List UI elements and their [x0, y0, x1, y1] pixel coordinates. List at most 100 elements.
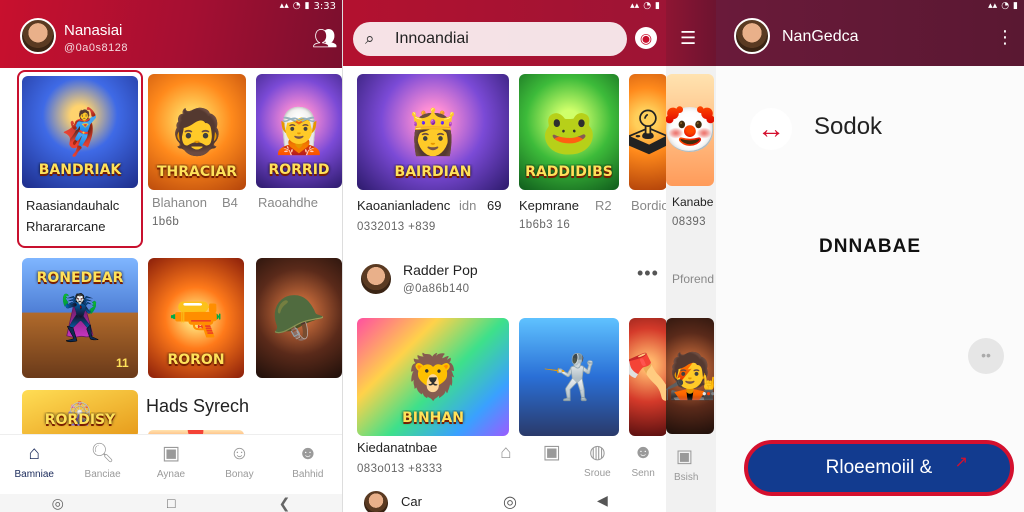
tile-logo: RADDIDIBS: [525, 164, 613, 180]
game-tile[interactable]: 🪓: [629, 318, 666, 436]
people-icon[interactable]: 👥︎: [312, 29, 337, 49]
nav-library[interactable]: ▣ Aynae: [137, 435, 205, 494]
signal-icon: ▴▴: [279, 1, 289, 11]
result-badge: R2: [595, 198, 612, 213]
button-label: Rloeemoiil &: [825, 457, 933, 478]
home-button-icon[interactable]: ◎: [503, 492, 517, 512]
character-icon: 🦁: [405, 353, 461, 402]
game-tile[interactable]: 👸 BAIRDIAN: [357, 74, 509, 190]
camera-icon[interactable]: ◎: [52, 495, 64, 512]
detail-sliver-panel: ☰ 🤡 🧑‍🎤 Kanabe 08393 Pforend ▣ Bsish: [666, 0, 716, 512]
search-icon: 🔍︎: [90, 443, 115, 464]
wifi-icon: ◔: [1001, 1, 1010, 11]
mini-avatar[interactable]: [363, 490, 389, 512]
result-subtitle: 1b6b3 16: [519, 219, 571, 231]
signal-icon: ▴▴: [630, 1, 640, 11]
game-tile[interactable]: 🦁 BINHAN: [357, 318, 509, 436]
sliver-title: Pforend: [672, 272, 715, 286]
bag-icon: ▣: [542, 442, 561, 463]
game-badge: B4: [222, 195, 238, 210]
bag-icon[interactable]: ▣: [676, 446, 693, 467]
nav-profile[interactable]: ☻ Bahhid: [274, 435, 342, 494]
search-input[interactable]: [395, 30, 605, 48]
game-tile[interactable]: 🤺: [519, 318, 619, 436]
more-options-icon[interactable]: •••: [637, 263, 659, 284]
character-icon: 🐸: [541, 108, 597, 157]
game-tile[interactable]: 🐸 RADDIDIBS: [519, 74, 619, 190]
result-title: Kaoanianladenc: [357, 198, 451, 213]
recents-icon[interactable]: □: [167, 495, 175, 511]
tile-logo: THRACIAR: [157, 164, 237, 180]
game-tile[interactable]: 🤡: [666, 74, 714, 186]
home-icon: ⌂: [28, 443, 40, 464]
nav-label: Bamniae: [14, 469, 54, 480]
game-tile[interactable]: 🪖: [256, 258, 342, 378]
back-icon[interactable]: ◀: [597, 492, 608, 509]
character-icon: 🪖: [271, 294, 327, 343]
more-options-icon[interactable]: ••: [968, 338, 1004, 374]
primary-action-button[interactable]: Rloeemoiil & ↗: [744, 440, 1014, 496]
back-icon[interactable]: ❮: [279, 495, 291, 512]
status-bar: ▴▴ ◔ ▮: [630, 0, 660, 12]
system-nav-bar: ◎ □ ❮: [0, 494, 342, 512]
character-icon: 🤺: [541, 353, 597, 402]
game-title: Blahanon: [152, 195, 207, 210]
nav-label: Banciae: [84, 469, 121, 480]
section-heading: DNNABAE: [819, 236, 921, 257]
nav-label: Sroue: [584, 468, 611, 479]
nav-label: Senn: [631, 468, 655, 479]
battery-icon: ▮: [655, 1, 660, 11]
person-icon: ☻: [297, 443, 318, 464]
nav-label: Bsish: [674, 472, 699, 483]
tile-logo: RORRID: [268, 162, 330, 178]
nav-library[interactable]: ▣: [529, 440, 575, 490]
bottom-nav: ⌂ Bamniae 🔍︎ Banciae ▣ Aynae ☺ Bonay ☻ B…: [0, 434, 342, 494]
menu-icon[interactable]: ☰: [680, 28, 696, 48]
game-tile[interactable]: 🎡 RORDISY: [22, 390, 138, 438]
result-title: Bordios: [631, 198, 666, 213]
character-icon: 🔫: [168, 294, 224, 343]
signal-icon: ▴▴: [988, 1, 998, 11]
bottom-nav: ⌂ ▣ ◍ Sroue ☻ Senn: [483, 440, 666, 490]
avatar[interactable]: [734, 18, 770, 54]
swoosh-icon: ↗: [954, 454, 968, 471]
sliver-title: Kanabe: [672, 195, 714, 209]
mic-icon[interactable]: ◉: [635, 27, 657, 49]
battery-icon: ▮: [1013, 1, 1018, 11]
game-tile[interactable]: 🧔 THRACIAR: [148, 74, 246, 190]
avatar[interactable]: [20, 18, 56, 54]
search-bar[interactable]: ⌕: [353, 22, 627, 56]
result-count: 69: [487, 198, 502, 213]
nav-search[interactable]: 🔍︎ Banciae: [68, 435, 136, 494]
tile-logo: RORON: [167, 352, 225, 368]
game-tile[interactable]: 🔫 RORON: [148, 258, 244, 378]
status-bar: ▴▴ ◔ ▮: [988, 0, 1018, 12]
status-bar: ▴▴ ◔ ▮ 3:33: [280, 0, 336, 12]
game-subtitle: 1b6b: [152, 216, 180, 228]
battery-icon: ▮: [304, 1, 310, 11]
post-title: Radder Pop: [403, 262, 478, 278]
search-icon: ⌕: [365, 29, 375, 48]
nav-fun[interactable]: ☺ Bonay: [205, 435, 273, 494]
character-icon: 🤡: [666, 106, 714, 155]
nav-label: Aynae: [156, 469, 186, 480]
game-tile[interactable]: 🧝 RORRID: [256, 74, 342, 188]
nav-chat[interactable]: ◍ Sroue: [575, 440, 621, 490]
post-avatar[interactable]: [359, 262, 393, 296]
nav-home[interactable]: ⌂ Bamniae: [0, 435, 68, 494]
game-tile[interactable]: 🕹: [629, 74, 666, 190]
home-screen-panel: ▴▴ ◔ ▮ 3:33 Nanasiai @0a0s8128 👥︎ 🦸 BANDR…: [0, 0, 342, 512]
share-screen-panel: ▴▴ ◔ ▮ NanGedca ⋮ ↔ Sodok DNNABAE •• Rlo…: [716, 0, 1024, 512]
game-tile[interactable]: 🧑‍🎤: [666, 318, 714, 434]
nav-profile[interactable]: ☻ Senn: [620, 440, 666, 490]
tile-badge: 11: [116, 356, 129, 370]
profile-name: Nanasiai: [64, 22, 123, 39]
chat-icon: ◍: [589, 442, 606, 463]
game-tile[interactable]: 🦸 BANDRIAK: [22, 76, 138, 188]
bottom-item-label: Car: [401, 494, 422, 509]
nav-home[interactable]: ⌂: [483, 440, 529, 490]
character-icon: 👸: [405, 108, 461, 157]
character-icon: 🧝: [271, 107, 327, 156]
profile-name: NanGedca: [782, 28, 859, 45]
more-vert-icon[interactable]: ⋮: [996, 27, 1014, 47]
